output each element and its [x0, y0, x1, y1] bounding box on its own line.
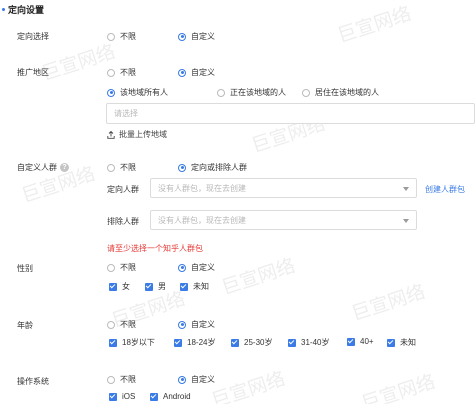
checkbox-box [288, 338, 296, 347]
watermark: 巨宣网络 [358, 370, 439, 404]
radio-circle [178, 320, 186, 329]
gender-custom-radio[interactable]: 自定义 [178, 262, 215, 273]
region-placeholder: 请选择 [114, 109, 138, 118]
os-custom-radio[interactable]: 自定义 [178, 374, 215, 385]
targeting-custom-radio[interactable]: 自定义 [178, 31, 215, 42]
watermark: 巨宣网络 [208, 367, 289, 404]
radio-circle [107, 263, 115, 272]
targeting-unlimited-radio[interactable]: 不限 [107, 31, 136, 42]
age-under18-checkbox[interactable]: 18岁以下 [109, 337, 155, 348]
radio-circle [302, 88, 310, 97]
age-40plus-checkbox[interactable]: 40+ [347, 337, 374, 346]
audience-error-message: 请至少选择一个知乎人群包 [107, 244, 203, 253]
region-select-input[interactable]: 请选择 [106, 103, 475, 124]
watermark: 巨宣网络 [218, 254, 299, 300]
section-title: 定向设置 [2, 3, 44, 16]
audience-label: 自定义人群 ? [17, 162, 69, 173]
bullet-dot [2, 8, 5, 11]
radio-circle [178, 263, 186, 272]
section-title-text: 定向设置 [8, 5, 45, 15]
age-label: 年龄 [17, 321, 33, 330]
checkbox-box [150, 392, 158, 401]
region-scope-all-radio[interactable]: 该地域所有人 [107, 87, 168, 98]
watermark: 巨宣网络 [348, 280, 429, 326]
include-audience-label: 定向人群 [107, 185, 139, 194]
region-custom-radio[interactable]: 自定义 [178, 67, 215, 78]
age-18-24-checkbox[interactable]: 18-24岁 [174, 337, 215, 348]
exclude-audience-select[interactable]: 没有人群包，现在去创建 [150, 210, 417, 230]
radio-circle [107, 68, 115, 77]
help-icon[interactable]: ? [60, 163, 69, 172]
radio-circle [107, 320, 115, 329]
chevron-down-icon [403, 187, 409, 191]
region-scope-resident-radio[interactable]: 居住在该地域的人 [302, 87, 379, 98]
checkbox-box [109, 282, 117, 291]
radio-circle [178, 32, 186, 41]
region-unlimited-radio[interactable]: 不限 [107, 67, 136, 78]
os-unlimited-radio[interactable]: 不限 [107, 374, 136, 385]
exclude-audience-label: 排除人群 [107, 217, 139, 226]
region-scope-present-radio[interactable]: 正在该地域的人 [217, 87, 286, 98]
upload-icon [107, 130, 115, 139]
region-label: 推广地区 [17, 68, 49, 77]
radio-circle [107, 375, 115, 384]
radio-circle [217, 88, 225, 97]
age-custom-radio[interactable]: 自定义 [178, 319, 215, 330]
age-25-30-checkbox[interactable]: 25-30岁 [231, 337, 272, 348]
radio-circle [107, 163, 115, 172]
radio-circle [107, 32, 115, 41]
gender-label: 性别 [17, 264, 33, 273]
age-unlimited-radio[interactable]: 不限 [107, 319, 136, 330]
audience-unlimited-radio[interactable]: 不限 [107, 162, 136, 173]
checkbox-box [145, 282, 153, 291]
gender-unknown-checkbox[interactable]: 未知 [180, 281, 209, 292]
age-31-40-checkbox[interactable]: 31-40岁 [288, 337, 329, 348]
include-audience-select[interactable]: 没有人群包，现在去创建 [150, 178, 417, 198]
audience-custom-radio[interactable]: 定向或排除人群 [178, 162, 247, 173]
gender-female-checkbox[interactable]: 女 [109, 281, 130, 292]
radio-circle [107, 88, 115, 97]
radio-circle [178, 163, 186, 172]
radio-circle [178, 375, 186, 384]
checkbox-box [174, 338, 182, 347]
checkbox-box [109, 392, 117, 401]
checkbox-box [109, 338, 117, 347]
checkbox-box [347, 337, 355, 346]
targeting-mode-label: 定向选择 [17, 32, 49, 41]
checkbox-box [231, 338, 239, 347]
create-audience-link[interactable]: 创建人群包 [425, 184, 465, 195]
os-label: 操作系统 [17, 377, 49, 386]
os-ios-checkbox[interactable]: iOS [109, 392, 135, 401]
radio-circle [178, 68, 186, 77]
os-android-checkbox[interactable]: Android [150, 392, 191, 401]
batch-upload-region-button[interactable]: 批量上传地域 [107, 129, 167, 140]
watermark: 巨宣网络 [334, 2, 415, 48]
age-unknown-checkbox[interactable]: 未知 [387, 337, 416, 348]
chevron-down-icon [403, 219, 409, 223]
watermark: 巨宣网络 [38, 40, 119, 86]
gender-male-checkbox[interactable]: 男 [145, 281, 166, 292]
checkbox-box [387, 338, 395, 347]
gender-unlimited-radio[interactable]: 不限 [107, 262, 136, 273]
checkbox-box [180, 282, 188, 291]
